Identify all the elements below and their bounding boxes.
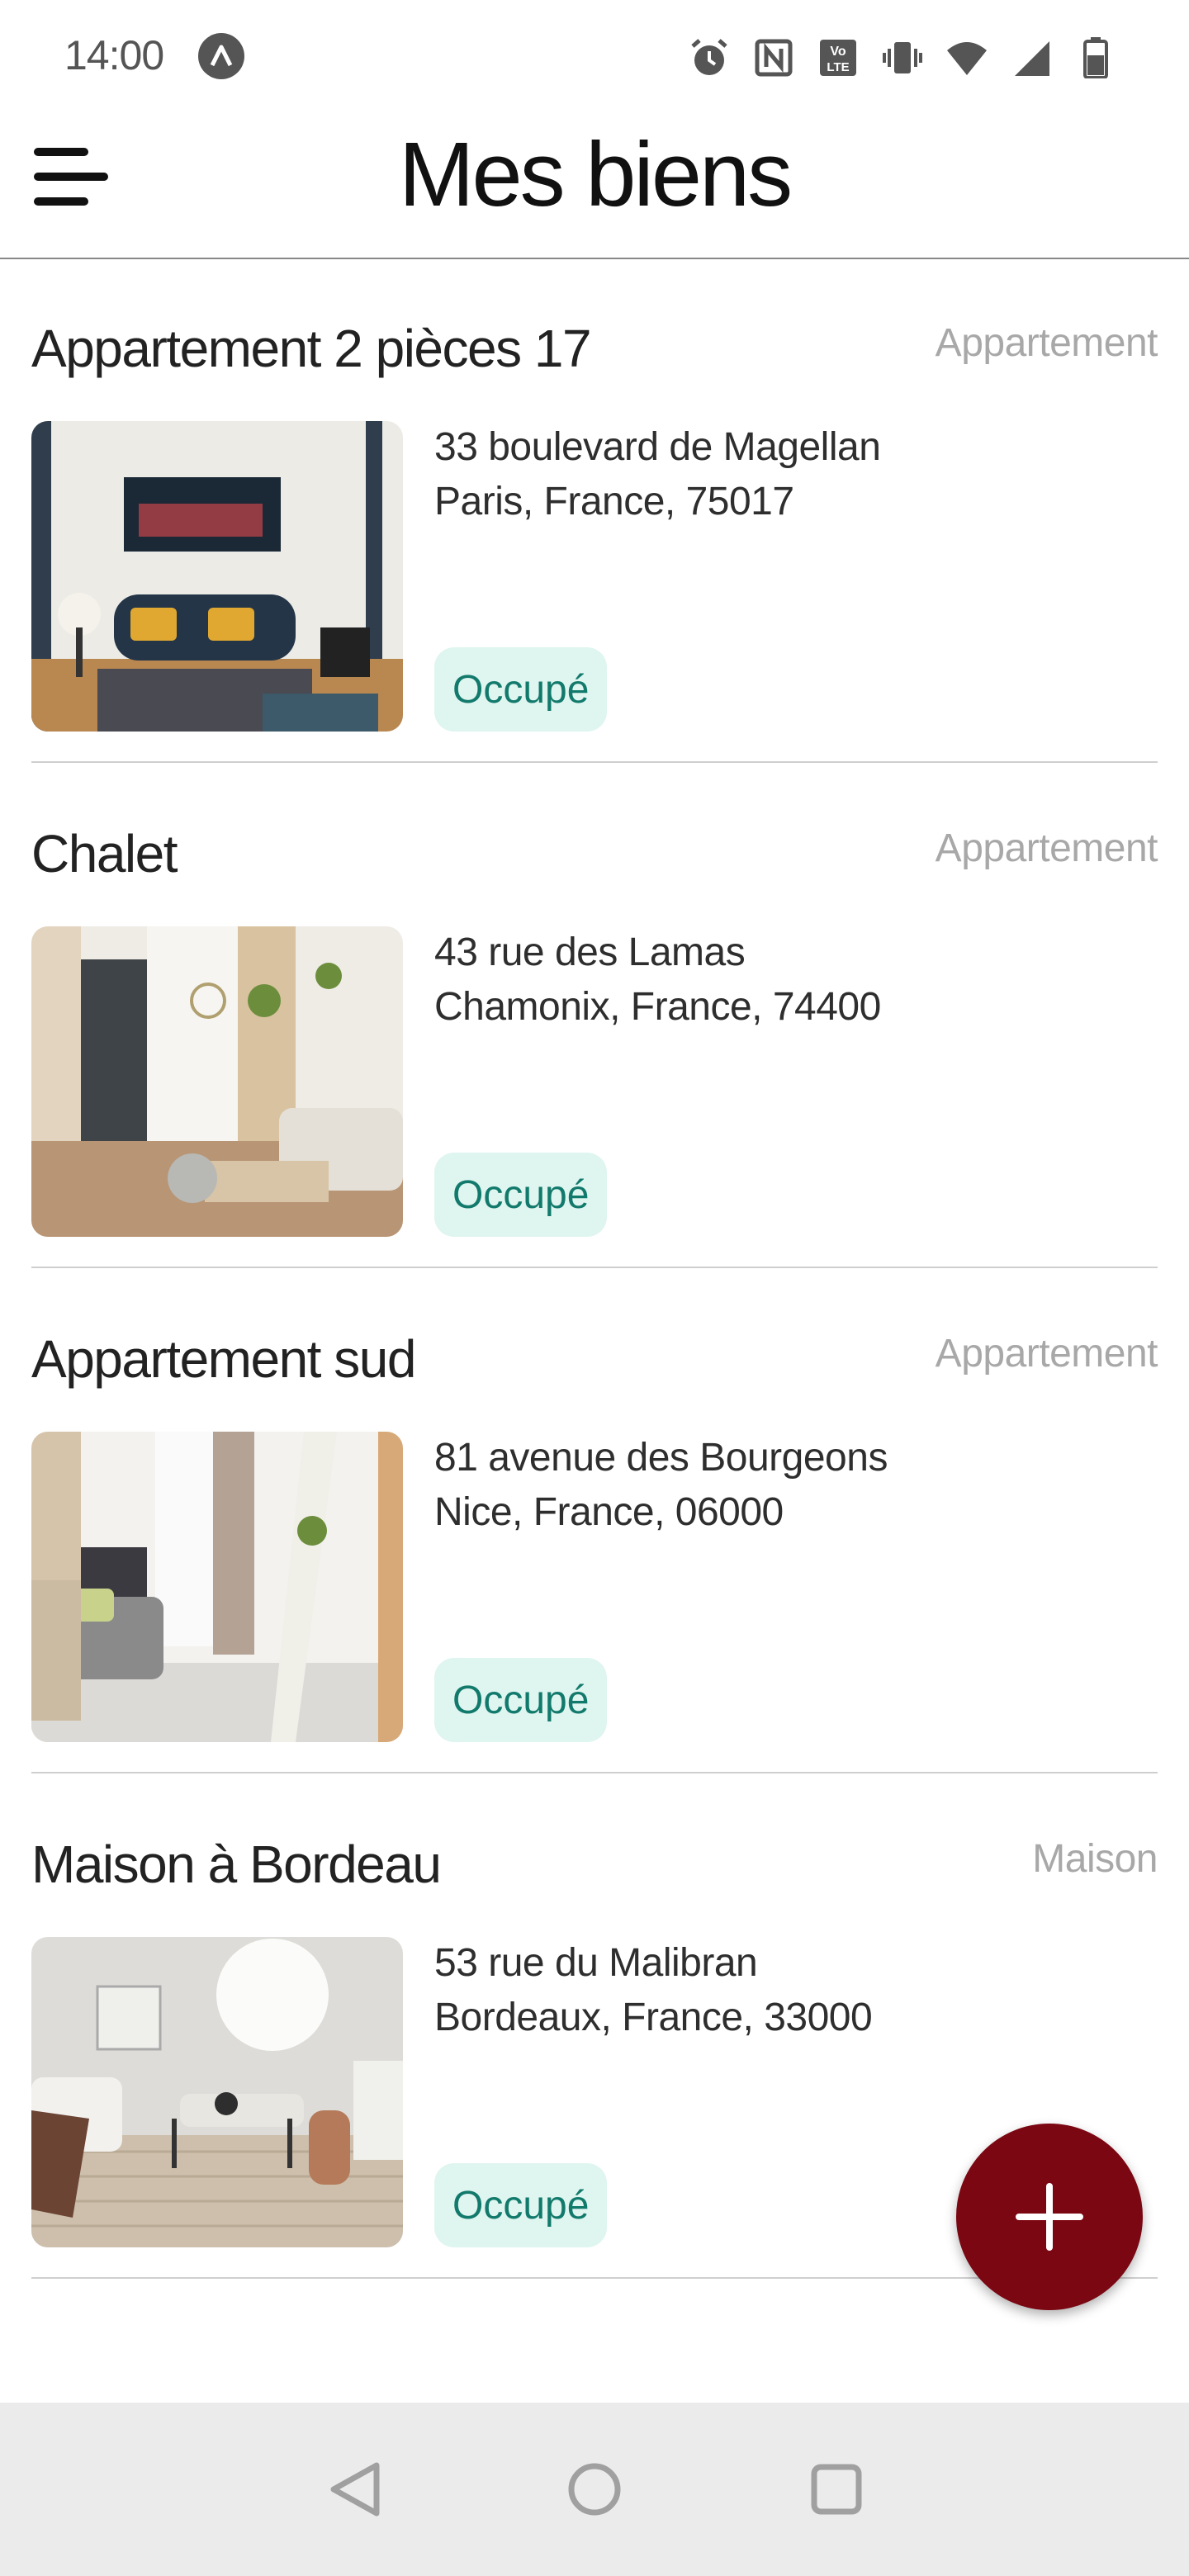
home-icon[interactable] — [557, 2452, 632, 2526]
signal-icon — [1009, 36, 1054, 80]
status-badge: Occupé — [434, 2163, 608, 2247]
alarm-icon — [687, 36, 732, 80]
address-street: 81 avenue des Bourgeons — [434, 1436, 888, 1480]
app-bar: Mes biens — [0, 112, 1189, 259]
property-card[interactable]: Appartement 2 pièces 17 Appartement 33 b… — [31, 258, 1158, 763]
wifi-icon — [945, 36, 989, 80]
svg-text:LTE: LTE — [827, 60, 849, 74]
address-city: Bordeaux, France, 33000 — [434, 1996, 873, 2039]
address-city: Nice, France, 06000 — [434, 1490, 784, 1534]
property-list: Appartement 2 pièces 17 Appartement 33 b… — [0, 258, 1189, 2279]
property-card[interactable]: Appartement sud Appartement 81 avenue de… — [31, 1268, 1158, 1773]
recents-icon[interactable] — [799, 2452, 874, 2526]
property-card[interactable]: Chalet Appartement 43 rue des Lamas Cham… — [31, 763, 1158, 1268]
status-badge: Occupé — [434, 1658, 608, 1742]
status-bar: 14:00 Vo LTE — [0, 0, 1189, 112]
back-icon[interactable] — [319, 2452, 393, 2526]
app-notification-icon — [198, 33, 244, 79]
page-title: Mes biens — [398, 124, 793, 225]
property-photo — [31, 421, 403, 732]
property-name: Maison à Bordeau — [31, 1835, 442, 1894]
property-photo — [31, 1432, 403, 1742]
svg-text:Vo: Vo — [830, 45, 846, 59]
status-badge: Occupé — [434, 1153, 608, 1237]
address-street: 53 rue du Malibran — [434, 1941, 758, 1985]
property-photo — [31, 1937, 403, 2247]
add-property-button[interactable] — [956, 2124, 1143, 2310]
property-name: Appartement 2 pièces 17 — [31, 319, 592, 378]
property-name: Appartement sud — [31, 1329, 416, 1389]
volte-icon: Vo LTE — [816, 36, 860, 80]
system-nav-bar — [0, 2403, 1189, 2576]
vibrate-icon — [880, 36, 925, 80]
address-street: 33 boulevard de Magellan — [434, 425, 881, 469]
status-icons: Vo LTE — [687, 35, 1118, 81]
property-photo — [31, 926, 403, 1237]
battery-icon — [1073, 36, 1118, 80]
address-city: Chamonix, France, 74400 — [434, 985, 881, 1029]
address-street: 43 rue des Lamas — [434, 930, 746, 974]
property-type: Maison — [1032, 1837, 1158, 1881]
property-type: Appartement — [935, 826, 1158, 870]
status-badge: Occupé — [434, 647, 608, 732]
status-time: 14:00 — [64, 32, 164, 78]
property-name: Chalet — [31, 824, 178, 883]
plus-icon — [1016, 2183, 1083, 2251]
screen: 14:00 Vo LTE Mes biens Appartement 2 piè… — [0, 0, 1189, 2576]
nfc-icon — [751, 36, 796, 80]
property-type: Appartement — [935, 321, 1158, 365]
address-city: Paris, France, 75017 — [434, 480, 794, 523]
property-type: Appartement — [935, 1332, 1158, 1376]
